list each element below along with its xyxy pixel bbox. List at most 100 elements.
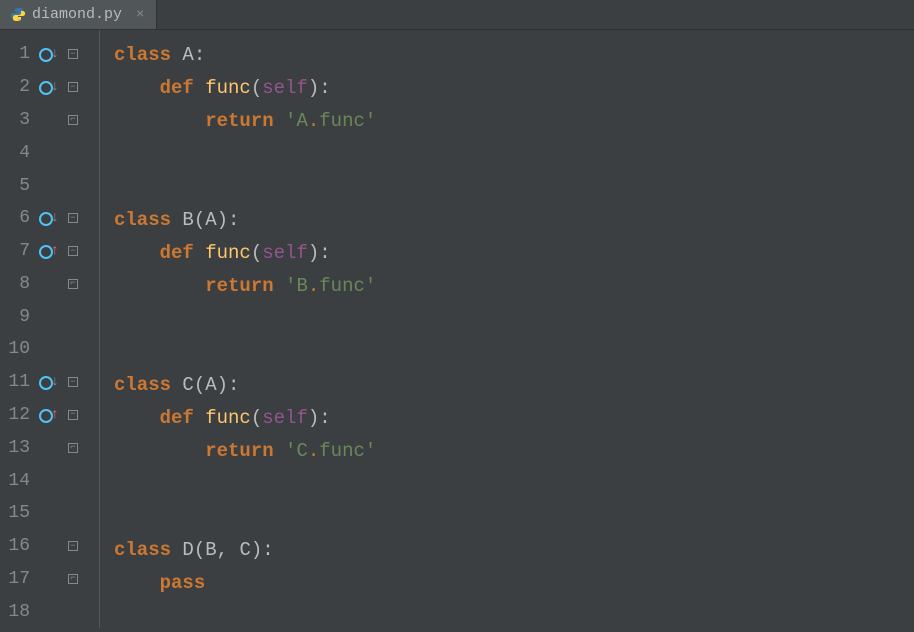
fold-column[interactable]: ⌐	[62, 443, 84, 453]
token-punct: ):	[308, 407, 331, 429]
code-line[interactable]: def func(self):	[114, 236, 914, 269]
line-number: 1	[4, 44, 34, 64]
file-tab[interactable]: diamond.py ×	[0, 0, 157, 29]
fold-column[interactable]: −	[62, 246, 84, 256]
gutter-marker[interactable]	[34, 242, 62, 260]
fold-column[interactable]: −	[62, 49, 84, 59]
gutter-row: 14	[0, 464, 99, 497]
token-cls: C)	[239, 539, 262, 561]
gutter-row: 5	[0, 169, 99, 202]
token-kw: return	[205, 440, 285, 462]
gutter-row: 10	[0, 333, 99, 366]
token-punct: ,	[217, 539, 240, 561]
override-down-icon[interactable]	[39, 373, 57, 391]
line-number: 9	[4, 307, 34, 327]
line-number: 13	[4, 438, 34, 458]
code-line[interactable]: def func(self):	[114, 401, 914, 434]
code-line[interactable]	[114, 137, 914, 170]
token-punct: ):	[308, 242, 331, 264]
override-up-icon[interactable]	[39, 406, 57, 424]
gutter-marker[interactable]	[34, 78, 62, 96]
token-punct: :	[228, 209, 239, 231]
token-kw: class	[114, 44, 182, 66]
token-fn: func	[205, 407, 251, 429]
code-line[interactable]	[114, 599, 914, 632]
fold-collapse-icon[interactable]: −	[68, 213, 78, 223]
fold-end-icon[interactable]: ⌐	[68, 279, 78, 289]
override-down-icon[interactable]	[39, 209, 57, 227]
fold-end-icon[interactable]: ⌐	[68, 115, 78, 125]
tab-bar: diamond.py ×	[0, 0, 914, 30]
token-self: self	[262, 242, 308, 264]
gutter-row: 9	[0, 300, 99, 333]
override-down-icon[interactable]	[39, 78, 57, 96]
editor: 1−2−3⌐456−7−8⌐91011−12−13⌐141516−17⌐18 c…	[0, 30, 914, 628]
token-str: func'	[319, 110, 376, 132]
code-line[interactable]	[114, 302, 914, 335]
line-number: 11	[4, 372, 34, 392]
fold-collapse-icon[interactable]: −	[68, 82, 78, 92]
fold-column[interactable]: ⌐	[62, 279, 84, 289]
line-number: 5	[4, 176, 34, 196]
tab-close-button[interactable]: ×	[134, 7, 146, 23]
token-kw: return	[205, 275, 285, 297]
code-line[interactable]	[114, 500, 914, 533]
fold-column[interactable]: −	[62, 82, 84, 92]
fold-collapse-icon[interactable]: −	[68, 377, 78, 387]
fold-collapse-icon[interactable]: −	[68, 49, 78, 59]
gutter-row: 12 −	[0, 399, 99, 432]
line-number: 17	[4, 569, 34, 589]
code-line[interactable]	[114, 170, 914, 203]
gutter-marker[interactable]	[34, 45, 62, 63]
fold-column[interactable]: −	[62, 410, 84, 420]
fold-end-icon[interactable]: ⌐	[68, 443, 78, 453]
fold-column[interactable]: −	[62, 541, 84, 551]
fold-end-icon[interactable]: ⌐	[68, 574, 78, 584]
line-number: 8	[4, 274, 34, 294]
fold-column[interactable]: −	[62, 377, 84, 387]
gutter-row: 7−	[0, 235, 99, 268]
code-line[interactable]: class C(A):	[114, 368, 914, 401]
gutter-row: 8⌐	[0, 267, 99, 300]
code-line[interactable]	[114, 335, 914, 368]
gutter-row: 1−	[0, 38, 99, 71]
token-punct: (	[251, 242, 262, 264]
code-line[interactable]: def func(self):	[114, 71, 914, 104]
code-line[interactable]: return 'C.func'	[114, 434, 914, 467]
token-fn: func	[205, 77, 251, 99]
fold-column[interactable]: ⌐	[62, 115, 84, 125]
token-self: self	[262, 77, 308, 99]
fold-collapse-icon[interactable]: −	[68, 541, 78, 551]
token-punct: :	[228, 374, 239, 396]
gutter-row: 4	[0, 136, 99, 169]
line-number: 4	[4, 143, 34, 163]
code-line[interactable]: class B(A):	[114, 203, 914, 236]
gutter-row: 3⌐	[0, 104, 99, 137]
python-icon	[10, 7, 26, 23]
token-str: 'A	[285, 110, 308, 132]
code-line[interactable]: return 'A.func'	[114, 104, 914, 137]
override-down-icon[interactable]	[39, 45, 57, 63]
line-number: 16	[4, 536, 34, 556]
code-line[interactable]: pass	[114, 566, 914, 599]
fold-collapse-icon[interactable]: −	[68, 246, 78, 256]
fold-column[interactable]: −	[62, 213, 84, 223]
code-line[interactable]: class A:	[114, 38, 914, 71]
gutter-marker[interactable]	[34, 373, 62, 391]
gutter-row: 2−	[0, 71, 99, 104]
code-line[interactable]: return 'B.func'	[114, 269, 914, 302]
token-str: func'	[319, 275, 376, 297]
gutter-row: 6−	[0, 202, 99, 235]
code-area[interactable]: class A: def func(self): return 'A.func'…	[100, 30, 914, 628]
gutter-marker[interactable]	[34, 209, 62, 227]
token-self: self	[262, 407, 308, 429]
token-punct: (	[251, 77, 262, 99]
line-number: 12	[4, 405, 34, 425]
code-line[interactable]	[114, 467, 914, 500]
fold-column[interactable]: ⌐	[62, 574, 84, 584]
code-line[interactable]: class D(B, C):	[114, 533, 914, 566]
override-up-icon[interactable]	[39, 242, 57, 260]
gutter-marker[interactable]	[34, 406, 62, 424]
fold-collapse-icon[interactable]: −	[68, 410, 78, 420]
token-punct: (	[251, 407, 262, 429]
